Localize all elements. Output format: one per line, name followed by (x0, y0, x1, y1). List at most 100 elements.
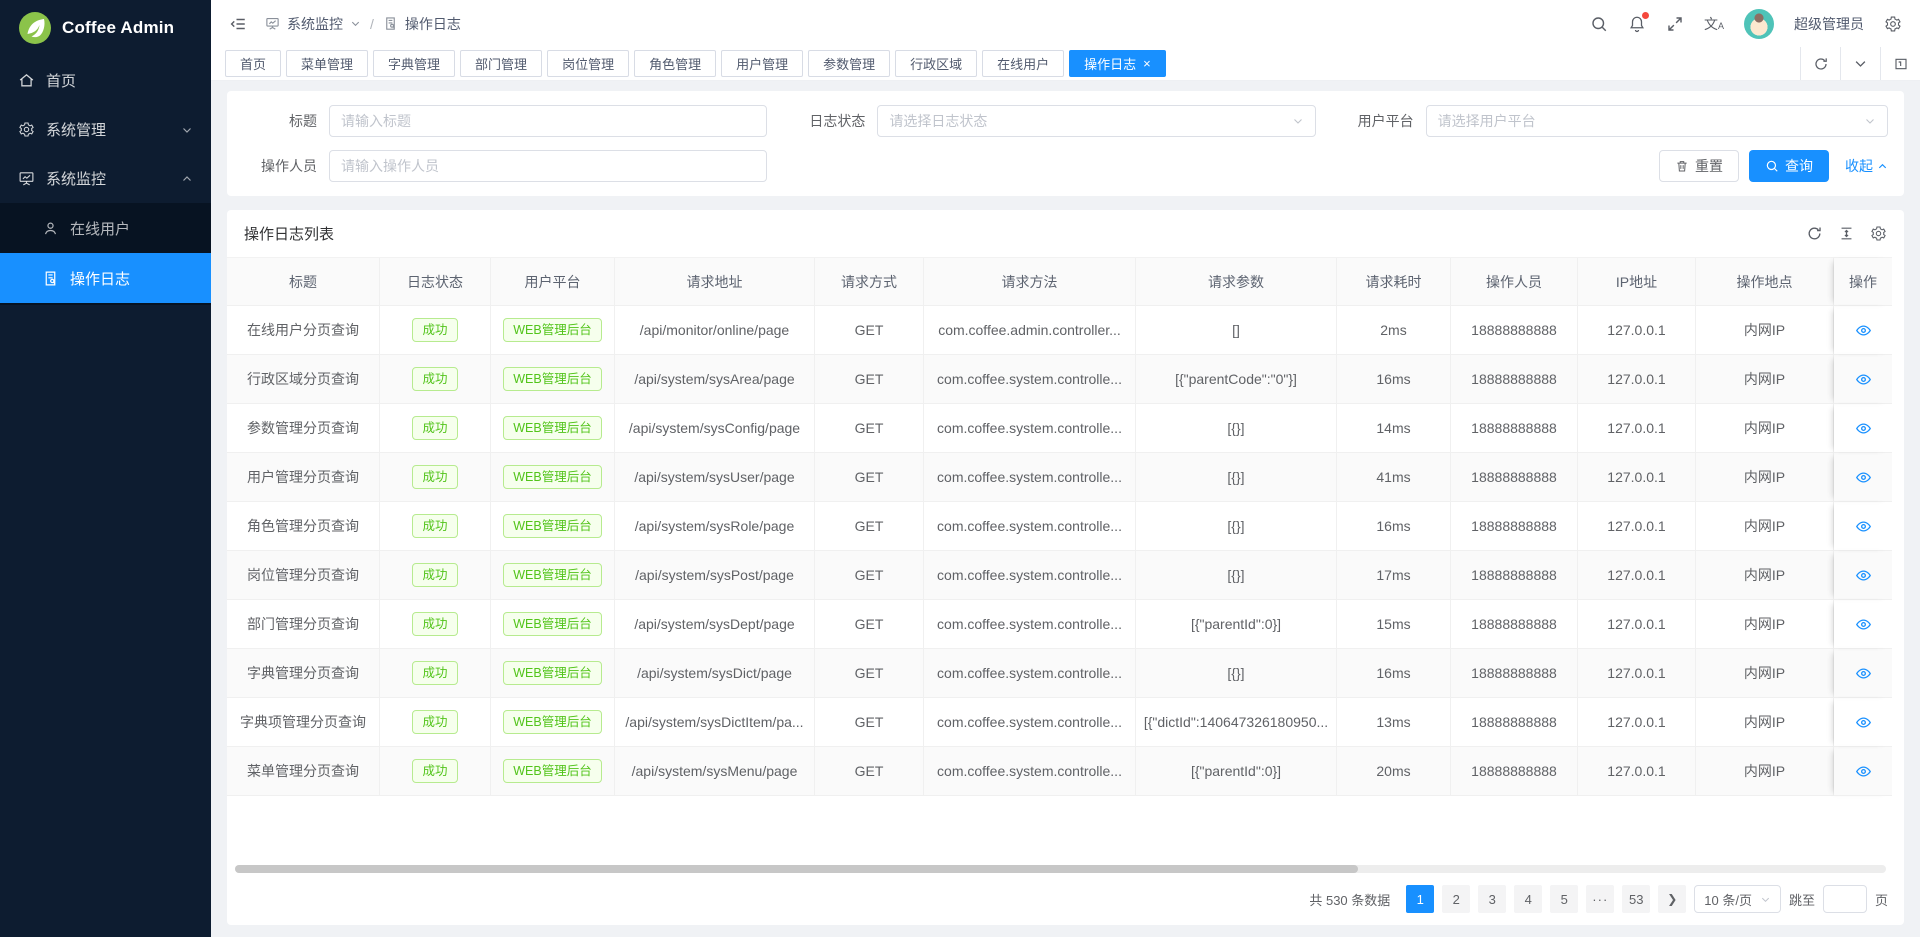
view-detail-button[interactable] (1855, 469, 1872, 486)
platform-badge: WEB管理后台 (503, 612, 601, 637)
sidebar-item-online-users[interactable]: 在线用户 (0, 203, 211, 253)
top-bar: 系统监控 / 操作日志 文A 超级管理员 (211, 0, 1920, 47)
search-button[interactable]: 查询 (1749, 150, 1829, 182)
tab-close-icon[interactable]: × (1143, 57, 1151, 70)
cell-ip: 127.0.0.1 (1578, 502, 1696, 551)
sidebar-item-system-monitor[interactable]: 系统监控 (0, 154, 211, 203)
tab-label: 行政区域 (910, 54, 962, 73)
view-detail-button[interactable] (1855, 763, 1872, 780)
cell-operator: 18888888888 (1451, 649, 1578, 698)
log-status-placeholder: 请选择日志状态 (889, 111, 987, 131)
next-page-button[interactable]: ❯ (1658, 885, 1686, 913)
operator-input[interactable] (329, 150, 767, 182)
tab-岗位管理[interactable]: 岗位管理 (547, 50, 629, 77)
sidebar-collapse-icon[interactable] (229, 15, 247, 33)
fullscreen-icon[interactable] (1666, 15, 1684, 33)
view-detail-button[interactable] (1855, 518, 1872, 535)
collapse-label: 收起 (1845, 156, 1873, 176)
sidebar-item-operation-log[interactable]: 操作日志 (0, 253, 211, 303)
log-status-label: 日志状态 (791, 111, 877, 131)
view-detail-button[interactable] (1855, 616, 1872, 633)
table-body: 在线用户分页查询成功WEB管理后台/api/monitor/online/pag… (227, 306, 1892, 796)
title-label: 标题 (243, 111, 329, 131)
view-detail-button[interactable] (1855, 371, 1872, 388)
cell-method: GET (815, 551, 924, 600)
log-search-icon (42, 270, 59, 287)
reset-button[interactable]: 重置 (1659, 150, 1739, 182)
page-button-2[interactable]: 2 (1442, 885, 1470, 913)
cell-platform: WEB管理后台 (491, 698, 615, 747)
sidebar-item-home[interactable]: 首页 (0, 56, 211, 105)
tab-字典管理[interactable]: 字典管理 (373, 50, 455, 77)
column-header-请求耗时: 请求耗时 (1337, 258, 1451, 306)
column-settings-gear-icon[interactable] (1870, 225, 1887, 242)
page-button-1[interactable]: 1 (1406, 885, 1434, 913)
avatar[interactable] (1744, 9, 1774, 39)
view-detail-button[interactable] (1855, 567, 1872, 584)
notification-badge (1642, 12, 1649, 19)
sidebar-item-system-management[interactable]: 系统管理 (0, 105, 211, 154)
page-button-4[interactable]: 4 (1514, 885, 1542, 913)
refresh-button[interactable] (1800, 47, 1840, 80)
search-icon[interactable] (1590, 15, 1608, 33)
platform-badge: WEB管理后台 (503, 465, 601, 490)
page-button-3[interactable]: 3 (1478, 885, 1506, 913)
tab-角色管理[interactable]: 角色管理 (634, 50, 716, 77)
breadcrumb-section[interactable]: 系统监控 (287, 14, 343, 34)
chevron-up-icon (1877, 161, 1888, 172)
cell-action (1834, 453, 1892, 502)
column-header-IP地址: IP地址 (1578, 258, 1696, 306)
notifications-button[interactable] (1628, 15, 1646, 33)
translate-icon[interactable]: 文A (1704, 17, 1724, 31)
chevron-up-icon (181, 173, 193, 185)
view-detail-button[interactable] (1855, 665, 1872, 682)
pager-ellipsis[interactable]: ··· (1586, 885, 1614, 913)
cell-method: GET (815, 355, 924, 404)
title-input[interactable] (329, 105, 767, 137)
collapse-filters-link[interactable]: 收起 (1845, 156, 1888, 176)
tab-label: 部门管理 (475, 54, 527, 73)
app-logo: Coffee Admin (0, 0, 211, 56)
cell-action (1834, 355, 1892, 404)
tab-菜单管理[interactable]: 菜单管理 (286, 50, 368, 77)
tab-在线用户[interactable]: 在线用户 (982, 50, 1064, 77)
tab-参数管理[interactable]: 参数管理 (808, 50, 890, 77)
page-button-53[interactable]: 53 (1622, 885, 1650, 913)
view-detail-button[interactable] (1855, 714, 1872, 731)
page-button-5[interactable]: 5 (1550, 885, 1578, 913)
horizontal-scrollbar-thumb[interactable] (235, 865, 1358, 873)
cell-action (1834, 502, 1892, 551)
tab-操作日志[interactable]: 操作日志× (1069, 50, 1166, 77)
tab-首页[interactable]: 首页 (225, 50, 281, 77)
tab-options-button[interactable] (1840, 47, 1880, 80)
tab-行政区域[interactable]: 行政区域 (895, 50, 977, 77)
log-status-select[interactable]: 请选择日志状态 (877, 105, 1315, 137)
status-badge: 成功 (412, 318, 457, 343)
pagination-bar: 共 530 条数据 12345···53 ❯ 10 条/页 跳至 页 (227, 873, 1904, 925)
cell-location: 内网IP (1696, 453, 1834, 502)
tab-部门管理[interactable]: 部门管理 (460, 50, 542, 77)
user-platform-select[interactable]: 请选择用户平台 (1426, 105, 1888, 137)
horizontal-scrollbar[interactable] (235, 865, 1886, 873)
column-header-日志状态: 日志状态 (380, 258, 491, 306)
app-title: Coffee Admin (62, 18, 174, 38)
page-size-select[interactable]: 10 条/页 (1694, 885, 1781, 913)
monitor-icon (18, 170, 35, 187)
cell-duration: 16ms (1337, 649, 1451, 698)
tab-用户管理[interactable]: 用户管理 (721, 50, 803, 77)
eye-icon (1855, 322, 1872, 339)
row-density-icon[interactable] (1838, 225, 1855, 242)
content-fullscreen-button[interactable] (1880, 47, 1920, 80)
view-detail-button[interactable] (1855, 420, 1872, 437)
current-user-name[interactable]: 超级管理员 (1794, 14, 1864, 34)
view-detail-button[interactable] (1855, 322, 1872, 339)
jump-page-input[interactable] (1823, 885, 1867, 913)
cell-ip: 127.0.0.1 (1578, 355, 1696, 404)
cell-handler: com.coffee.system.controlle... (924, 453, 1136, 502)
settings-gear-icon[interactable] (1884, 15, 1902, 33)
refresh-icon[interactable] (1806, 225, 1823, 242)
content-area: 标题 日志状态 请选择日志状态 用户平台 请选择用户平台 (211, 81, 1920, 937)
log-search-icon (383, 16, 398, 31)
column-header-操作人员: 操作人员 (1451, 258, 1578, 306)
tab-label: 参数管理 (823, 54, 875, 73)
